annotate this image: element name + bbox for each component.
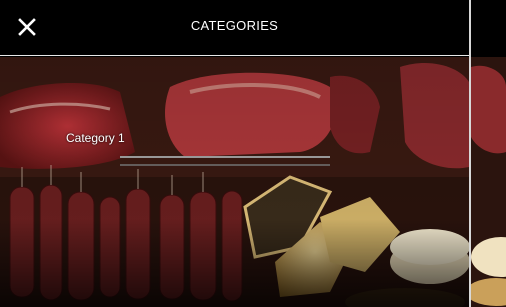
category-image (0, 57, 469, 307)
header-edge (471, 0, 506, 56)
next-category-image (471, 57, 506, 307)
header-bar: CATEGORIES (0, 0, 469, 56)
category-label: Category 1 (66, 131, 125, 145)
next-category-preview[interactable] (471, 57, 506, 307)
category-tile[interactable]: Category 1 (0, 57, 469, 307)
page-title: CATEGORIES (190, 18, 279, 33)
